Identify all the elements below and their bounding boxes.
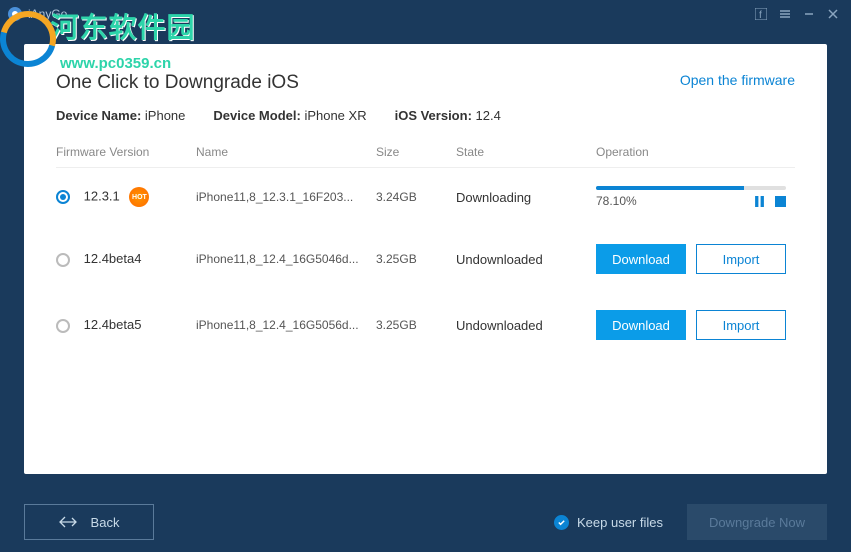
radio-select[interactable] [56, 319, 70, 333]
back-label: Back [91, 515, 120, 530]
import-button[interactable]: Import [696, 310, 786, 340]
progress-percent: 78.10% [596, 194, 637, 208]
firmware-state: Undownloaded [456, 252, 596, 267]
import-button[interactable]: Import [696, 244, 786, 274]
back-button[interactable]: Back [24, 504, 154, 540]
download-button[interactable]: Download [596, 310, 686, 340]
open-firmware-link[interactable]: Open the firmware [680, 72, 795, 88]
titlebar: iAnyGo f [0, 0, 851, 28]
check-icon [554, 515, 569, 530]
main-panel: One Click to Downgrade iOS Open the firm… [24, 44, 827, 474]
firmware-name: iPhone11,8_12.4_16G5046d... [196, 252, 376, 266]
firmware-name: iPhone11,8_12.4_16G5056d... [196, 318, 376, 332]
firmware-name: iPhone11,8_12.3.1_16F203... [196, 190, 376, 204]
close-icon[interactable] [823, 4, 843, 24]
progress-wrap: 78.10% [596, 186, 795, 208]
firmware-version: 12.4beta4 [84, 251, 142, 266]
downgrade-button[interactable]: Downgrade Now [687, 504, 827, 540]
app-logo-icon [8, 7, 22, 21]
facebook-icon[interactable]: f [751, 4, 771, 24]
app-name: iAnyGo [28, 7, 67, 21]
col-header-size: Size [376, 145, 456, 159]
radio-select[interactable] [56, 190, 70, 204]
firmware-version: 12.4beta5 [84, 317, 142, 332]
device-name-value: iPhone [145, 108, 185, 123]
firmware-size: 3.25GB [376, 318, 456, 332]
table-header: Firmware Version Name Size State Operati… [56, 145, 795, 168]
back-arrow-icon [59, 515, 77, 529]
keep-files-label: Keep user files [577, 515, 663, 530]
device-model-label: Device Model: [213, 108, 300, 123]
firmware-size: 3.25GB [376, 252, 456, 266]
col-header-name: Name [196, 145, 376, 159]
firmware-state: Downloading [456, 190, 596, 205]
table-row: 12.4beta4 iPhone11,8_12.4_16G5046d... 3.… [56, 226, 795, 292]
col-header-operation: Operation [596, 145, 795, 159]
footer: Back Keep user files Downgrade Now [0, 492, 851, 552]
col-header-version: Firmware Version [56, 145, 196, 159]
col-header-state: State [456, 145, 596, 159]
firmware-state: Undownloaded [456, 318, 596, 333]
radio-select[interactable] [56, 253, 70, 267]
menu-icon[interactable] [775, 4, 795, 24]
progress-bar [596, 186, 786, 190]
minimize-icon[interactable] [799, 4, 819, 24]
ios-version-value: 12.4 [476, 108, 501, 123]
device-name-label: Device Name: [56, 108, 141, 123]
hot-badge-icon: HOT [129, 187, 149, 207]
device-info: Device Name: iPhone Device Model: iPhone… [56, 108, 795, 123]
device-model-value: iPhone XR [304, 108, 366, 123]
table-row: 12.3.1 HOT iPhone11,8_12.3.1_16F203... 3… [56, 168, 795, 226]
ios-version-label: iOS Version: [395, 108, 472, 123]
keep-files-checkbox[interactable]: Keep user files [554, 515, 663, 530]
table-row: 12.4beta5 iPhone11,8_12.4_16G5056d... 3.… [56, 292, 795, 358]
firmware-version: 12.3.1 [84, 188, 120, 203]
svg-text:f: f [759, 10, 762, 20]
stop-icon[interactable] [775, 196, 786, 207]
firmware-size: 3.24GB [376, 190, 456, 204]
pause-icon[interactable] [754, 196, 765, 207]
download-button[interactable]: Download [596, 244, 686, 274]
